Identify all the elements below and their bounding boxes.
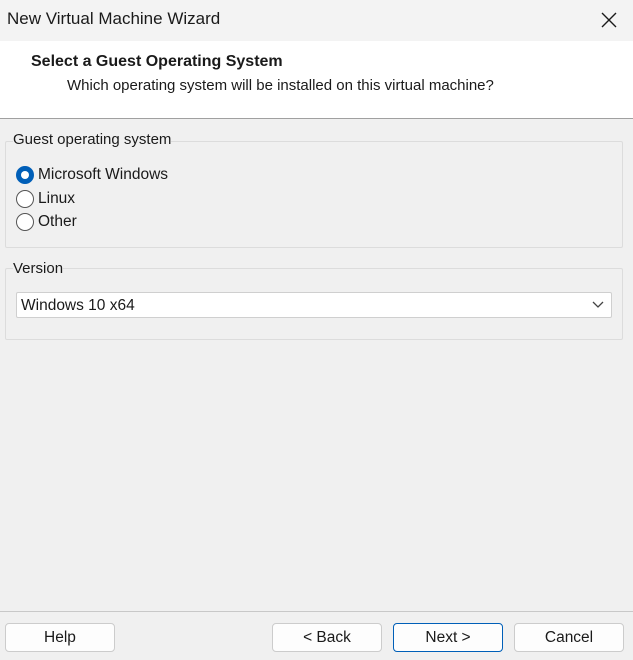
version-dropdown[interactable]: Windows 10 x64 (16, 292, 612, 318)
cancel-button[interactable]: Cancel (514, 623, 624, 652)
back-button[interactable]: < Back (272, 623, 382, 652)
version-legend: Version (13, 260, 64, 277)
radio-microsoft-windows[interactable]: Microsoft Windows (16, 166, 168, 184)
wizard-header: Select a Guest Operating System Which op… (0, 41, 633, 119)
title-bar: New Virtual Machine Wizard (0, 0, 633, 41)
chevron-down-icon (592, 301, 604, 308)
page-subtitle: Which operating system will be installed… (67, 77, 494, 94)
help-button[interactable]: Help (5, 623, 115, 652)
close-icon (601, 12, 617, 28)
window-title: New Virtual Machine Wizard (7, 9, 221, 28)
close-button[interactable] (585, 0, 633, 40)
radio-label-other: Other (38, 213, 77, 230)
radio-linux[interactable]: Linux (16, 190, 75, 208)
radio-label-linux: Linux (38, 190, 76, 207)
radio-other[interactable]: Other (16, 213, 77, 231)
next-button[interactable]: Next > (393, 623, 503, 652)
version-selected-value: Windows 10 x64 (21, 297, 135, 314)
radio-checked-icon (16, 166, 34, 184)
wizard-window: New Virtual Machine Wizard Select a Gues… (0, 0, 633, 660)
guest-os-group: Guest operating system Microsoft Windows… (5, 131, 623, 248)
radio-unchecked-icon (16, 213, 34, 231)
guest-os-legend: Guest operating system (13, 131, 172, 148)
radio-unchecked-icon (16, 190, 34, 208)
radio-label-windows: Microsoft Windows (38, 166, 169, 183)
footer-divider (0, 611, 633, 612)
version-group: Version Windows 10 x64 (5, 260, 623, 340)
page-title: Select a Guest Operating System (31, 53, 283, 70)
